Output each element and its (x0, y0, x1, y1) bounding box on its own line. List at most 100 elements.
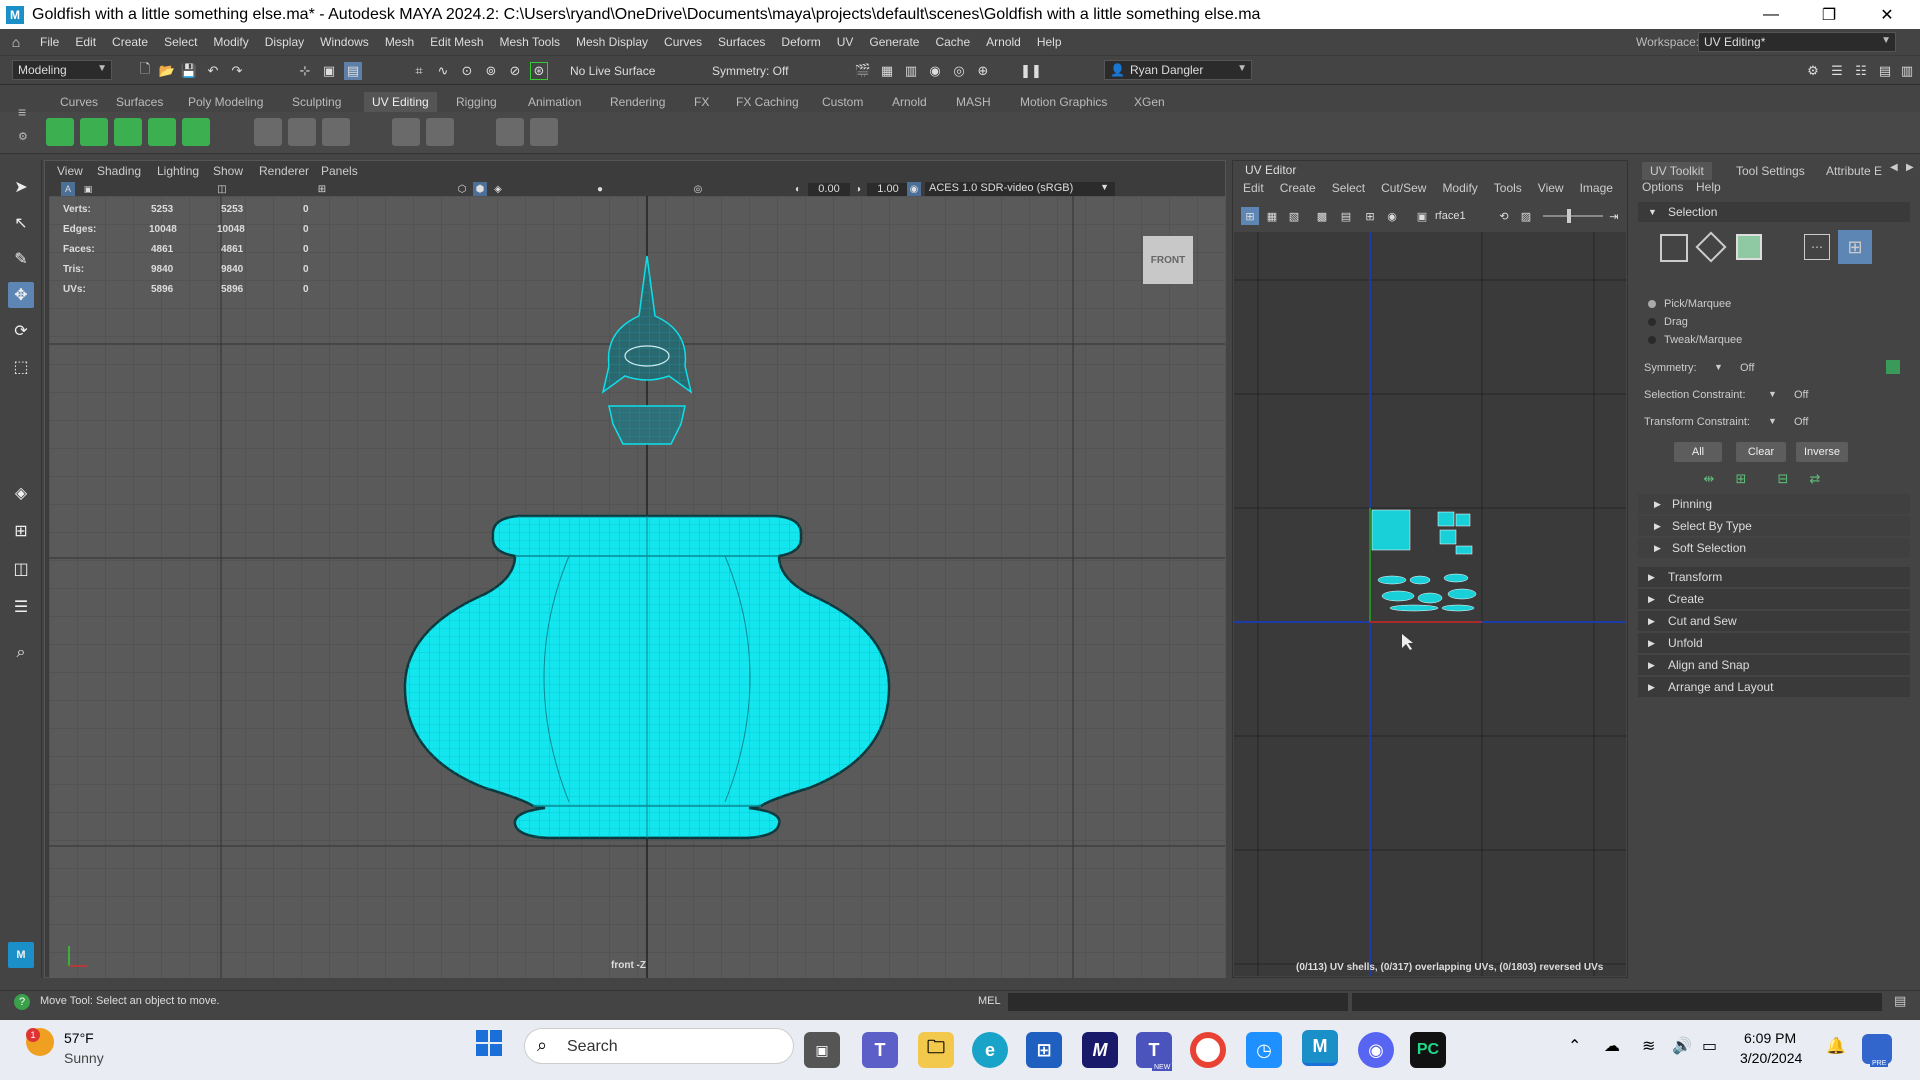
shelf-tab-xgen[interactable]: XGen (1126, 92, 1173, 112)
microsoft-store-icon[interactable]: ⊞ (1026, 1032, 1062, 1068)
single-perspective-layout-icon[interactable]: ◈ (8, 480, 34, 506)
shelf-tab-fx[interactable]: FX (686, 92, 717, 112)
home-icon[interactable]: ⌂ (0, 34, 32, 50)
wireframe-icon[interactable]: ⬡ (455, 182, 469, 196)
uv-mode-icon[interactable]: ⋯ (1804, 234, 1830, 260)
select-shell-border-icon[interactable]: ⊟ (1774, 470, 1792, 488)
tray-chevron-up-icon[interactable]: ⌃ (1568, 1036, 1581, 1056)
shelf-tab-sculpting[interactable]: Sculpting (284, 92, 349, 112)
menu-edit[interactable]: Edit (67, 35, 104, 49)
layout-icon[interactable] (426, 118, 454, 146)
uv-grid-icon[interactable]: ⊞ (1241, 207, 1259, 225)
redo-icon[interactable]: ↷ (228, 62, 246, 80)
maya-help-icon[interactable]: M (8, 942, 34, 968)
menu-cache[interactable]: Cache (927, 35, 978, 49)
cylindrical-map-icon[interactable] (80, 118, 108, 146)
vp-menu-view[interactable]: View (57, 161, 83, 181)
two-pane-layout-icon[interactable]: ◫ (8, 556, 34, 582)
start-icon[interactable] (476, 1030, 502, 1056)
uv-distortion-icon[interactable]: ▧ (1285, 207, 1303, 225)
volume-icon[interactable]: 🔊 (1672, 1036, 1692, 1056)
workspace-dropdown[interactable]: UV Editing* ▼ (1698, 32, 1896, 52)
help-icon[interactable]: ? (14, 994, 30, 1010)
grid-icon[interactable]: ⊞ (315, 182, 329, 196)
user-dropdown[interactable]: 👤 Ryan Dangler ▼ (1104, 60, 1252, 80)
isolate-select-icon[interactable]: ◎ (691, 182, 705, 196)
modeling-toolkit-icon[interactable]: ⚙ (1804, 62, 1822, 80)
contour-stretch-icon[interactable] (182, 118, 210, 146)
menu-surfaces[interactable]: Surfaces (710, 35, 773, 49)
uv-set-icon[interactable]: ▣ (1413, 207, 1431, 225)
uv-menu-edit[interactable]: Edit (1243, 181, 1264, 195)
select-camera-icon[interactable]: A (61, 182, 75, 196)
select-tool-icon[interactable]: ➤ (8, 174, 34, 200)
menu-mesh-tools[interactable]: Mesh Tools (492, 35, 568, 49)
lid-mesh[interactable] (608, 405, 686, 445)
shelf-tab-rigging[interactable]: Rigging (448, 92, 505, 112)
shelf-tab-animation[interactable]: Animation (520, 92, 589, 112)
symmetry-field-value[interactable]: Off (1740, 362, 1754, 374)
battery-icon[interactable]: ▭ (1702, 1036, 1717, 1056)
uv-menu-image[interactable]: Image (1580, 181, 1613, 195)
shelf-tab-poly-modeling[interactable]: Poly Modeling (180, 92, 271, 112)
tab-tool-settings[interactable]: Tool Settings (1728, 162, 1813, 180)
radio-pick-marquee[interactable] (1648, 300, 1656, 308)
uv-image-icon[interactable]: ▨ (1517, 207, 1535, 225)
pycharm-icon[interactable]: PC (1410, 1032, 1446, 1068)
shelf-tab-arnold[interactable]: Arnold (884, 92, 935, 112)
section-unfold[interactable]: ▶ Unfold (1638, 633, 1910, 653)
menu-arnold[interactable]: Arnold (978, 35, 1029, 49)
edge-icon[interactable]: e (972, 1032, 1008, 1068)
menu-uv[interactable]: UV (829, 35, 862, 49)
tk-menu-help[interactable]: Help (1696, 180, 1721, 194)
menu-edit-mesh[interactable]: Edit Mesh (422, 35, 491, 49)
new-scene-icon[interactable]: 🗋 (136, 61, 154, 80)
radio-tweak-marquee[interactable] (1648, 336, 1656, 344)
outliner-icon[interactable]: ▥ (1898, 62, 1916, 80)
paint-select-tool-icon[interactable]: ✎ (8, 246, 34, 272)
outliner-layout-icon[interactable]: ☰ (8, 594, 34, 620)
clock-time[interactable]: 6:09 PM (1744, 1030, 1796, 1046)
hypershade-icon[interactable]: ◉ (926, 62, 944, 80)
uv-shaded-icon[interactable]: ▦ (1263, 207, 1281, 225)
uv-menu-create[interactable]: Create (1280, 181, 1316, 195)
menu-create[interactable]: Create (104, 35, 156, 49)
uv-image-display-icon[interactable]: ⊞ (1361, 207, 1379, 225)
uv-checker-icon[interactable]: ▩ (1313, 207, 1331, 225)
uv-shell-mode-icon[interactable]: ⊞ (1838, 230, 1872, 264)
restore-button[interactable]: ❐ (1800, 0, 1858, 29)
auto-seams-icon[interactable] (254, 118, 282, 146)
section-create[interactable]: ▶ Create (1638, 589, 1910, 609)
chevron-down-icon[interactable]: ▼ (1768, 416, 1777, 426)
lasso-tool-icon[interactable]: ↖ (8, 210, 34, 236)
open-scene-icon[interactable]: 📂 (158, 62, 176, 80)
selection-constraint-value[interactable]: Off (1794, 389, 1808, 401)
snap-curve-icon[interactable]: ∿ (434, 62, 452, 80)
file-explorer-icon[interactable]: 🗀 (918, 1032, 954, 1068)
channel-box-icon[interactable]: ▤ (1876, 62, 1894, 80)
smooth-shade-icon[interactable]: ⬢ (473, 182, 487, 196)
mathcad-icon[interactable]: M (1082, 1032, 1118, 1068)
uv-menu-view[interactable]: View (1538, 181, 1564, 195)
make-live-icon[interactable]: ⊛ (530, 62, 548, 80)
menu-generate[interactable]: Generate (861, 35, 927, 49)
weather-temp[interactable]: 57°F (64, 1030, 94, 1046)
symmetry-label[interactable]: Symmetry: Off (712, 64, 788, 78)
uv-sync-icon[interactable]: ⟲ (1495, 207, 1513, 225)
distortion-icon[interactable] (530, 118, 558, 146)
discord-icon[interactable]: ◉ (1358, 1032, 1394, 1068)
four-view-layout-icon[interactable]: ⊞ (8, 518, 34, 544)
section-select-by-type[interactable]: ▶ Select By Type (1638, 516, 1910, 536)
color-management-icon[interactable]: ◉ (907, 182, 921, 196)
select-component-icon[interactable]: ▤ (344, 62, 362, 80)
snap-view-plane-icon[interactable]: ⊘ (506, 62, 524, 80)
exposure-field[interactable]: 0.00 (808, 183, 850, 197)
select-hierarchy-icon[interactable]: ⊹ (296, 62, 314, 80)
cut-icon[interactable] (322, 118, 350, 146)
shelf-tab-custom[interactable]: Custom (814, 92, 871, 112)
radio-drag[interactable] (1648, 318, 1656, 326)
image-plane-icon[interactable]: ◫ (215, 182, 229, 196)
wireframe-on-shaded-icon[interactable]: ◈ (491, 182, 505, 196)
chevron-down-icon[interactable]: ▼ (1714, 362, 1723, 372)
tk-menu-options[interactable]: Options (1642, 180, 1683, 194)
